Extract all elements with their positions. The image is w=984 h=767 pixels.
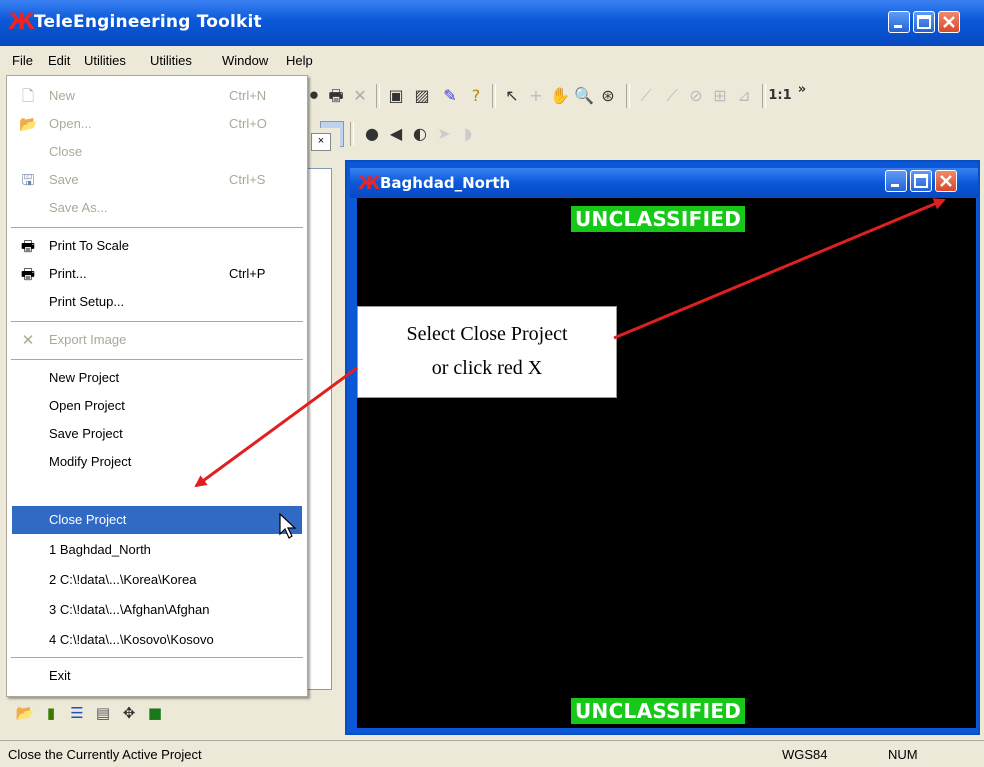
- status-bar: Close the Currently Active Project WGS84…: [0, 740, 984, 767]
- status-datum: WGS84: [782, 747, 828, 762]
- status-message: Close the Currently Active Project: [8, 747, 202, 762]
- status-num: NUM: [888, 747, 918, 762]
- annotation-arrows: [194, 198, 946, 488]
- arrow-to-close-project: [194, 366, 358, 488]
- arrow-to-close-button: [613, 198, 946, 340]
